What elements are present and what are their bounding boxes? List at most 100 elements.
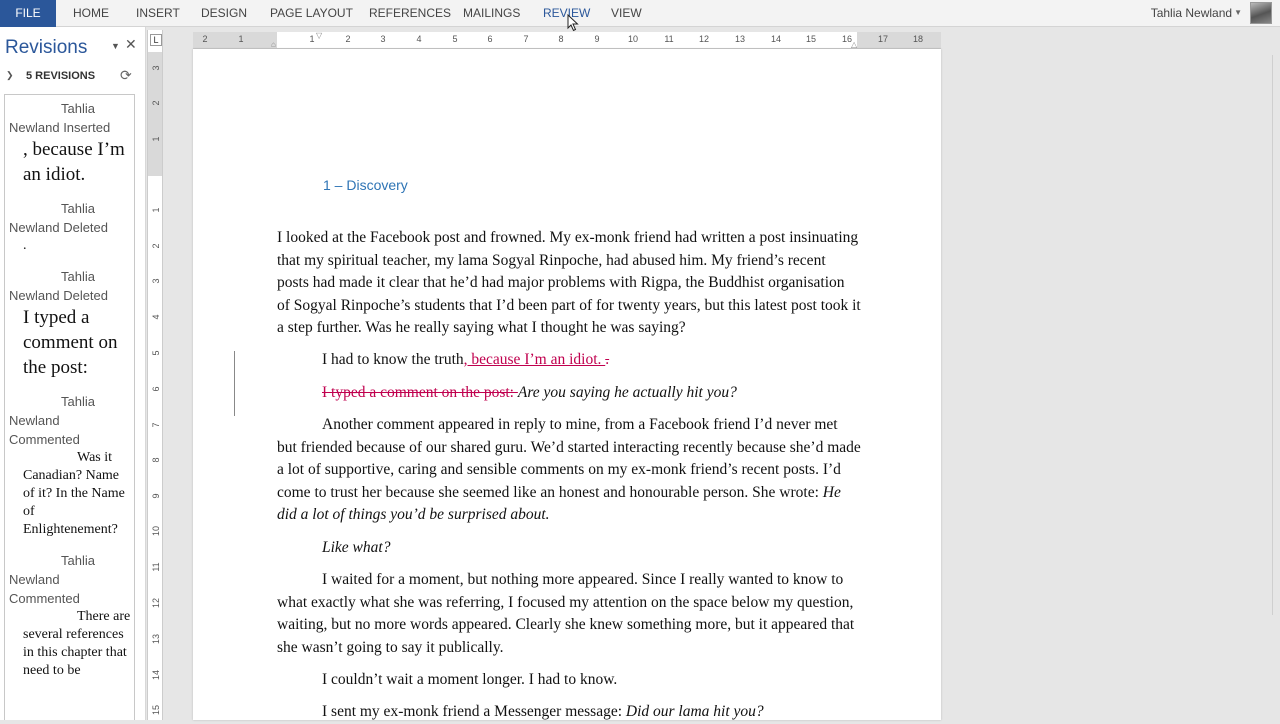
ruler-tick: 14 (151, 670, 161, 681)
ruler-tick: 8 (558, 34, 564, 44)
ruler-tick: 7 (151, 422, 161, 428)
paragraph-4: Another comment appeared in reply to min… (277, 414, 861, 527)
ruler-tick: 17 (877, 34, 888, 44)
user-name: Tahlia Newland (1150, 6, 1233, 20)
vertical-ruler: L 3 2 1 1 2 3 4 5 6 7 8 9 10 11 12 13 14… (147, 30, 163, 720)
ruler-tick: 2 (151, 243, 161, 249)
tab-design[interactable]: DESIGN (201, 0, 247, 27)
left-indent-marker[interactable]: ⌂ (271, 40, 276, 49)
tab-references[interactable]: REFERENCES (369, 0, 451, 27)
paragraph-text: Another comment appeared in reply to min… (277, 416, 861, 501)
ruler-tick: 11 (151, 562, 161, 572)
right-indent-marker[interactable]: △ (851, 40, 857, 49)
ruler-tick: 2 (151, 100, 161, 106)
italic-text: Are you saying he actually hit you? (517, 384, 737, 401)
ruler-tick: 13 (734, 34, 745, 44)
ruler-tick: 13 (151, 634, 161, 645)
ruler-tick: 9 (594, 34, 600, 44)
inserted-text: , because I’m an idiot. (463, 351, 606, 368)
user-account[interactable]: Tahlia Newland ▼ (1151, 0, 1242, 27)
revisions-list: Tahlia Newland Inserted , because I’m an… (4, 94, 135, 720)
revisions-count: 5 REVISIONS (26, 70, 96, 82)
tab-file[interactable]: FILE (0, 0, 56, 27)
ruler-tick: 2 (345, 34, 351, 44)
ruler-margin-right (857, 32, 941, 48)
revision-item[interactable]: Tahlia Newland Deleted I typed a comment… (9, 267, 132, 380)
ruler-tick: 1 (151, 207, 161, 213)
ruler-tick: 3 (151, 65, 161, 71)
deleted-text: . (605, 351, 610, 368)
ruler-tick: 6 (151, 386, 161, 392)
first-line-indent-marker[interactable]: ▽ (316, 31, 322, 40)
italic-text: Like what? (322, 539, 391, 556)
document-canvas: 1 – Discovery I looked at the Facebook p… (164, 49, 1280, 720)
revision-author: Tahlia Newland Commented (9, 394, 95, 447)
ruler-tick: 10 (151, 526, 161, 537)
paragraph-3: I typed a comment on the post: Are you s… (277, 382, 861, 405)
deleted-text: I typed a comment on the post: (322, 384, 518, 401)
tab-selector[interactable]: L (150, 34, 162, 46)
change-bar (234, 351, 235, 416)
ruler-tick: 4 (416, 34, 422, 44)
chevron-down-icon: ▼ (1234, 8, 1242, 17)
paragraph-2: I had to know the truth, because I’m an … (277, 349, 861, 372)
ruler-tick: 1 (151, 136, 161, 142)
revision-author: Tahlia Newland Commented (9, 553, 95, 606)
ruler-tick: 9 (151, 493, 161, 499)
revision-text: There are several references in this cha… (23, 609, 131, 678)
revision-item[interactable]: Tahlia Newland Inserted , because I’m an… (9, 99, 132, 187)
revision-text: , because I’m an idiot. (23, 139, 125, 185)
refresh-icon[interactable]: ⟳ (120, 67, 132, 84)
ruler-tick: 12 (151, 598, 161, 609)
ruler-tick: 7 (523, 34, 529, 44)
ruler-tick: 3 (151, 278, 161, 284)
ruler-tick: 11 (664, 34, 674, 44)
ruler-tick: 6 (487, 34, 493, 44)
paragraph-text: I sent my ex-monk friend a Messenger mes… (322, 703, 626, 720)
mouse-pointer-icon (567, 14, 579, 32)
ruler-tick: 4 (151, 314, 161, 320)
horizontal-ruler: 2 1 1 2 3 4 5 6 7 8 9 10 11 12 13 14 15 … (193, 31, 941, 49)
ruler-tick: 8 (151, 457, 161, 463)
ruler-tick: 5 (452, 34, 458, 44)
tab-view[interactable]: VIEW (611, 0, 642, 27)
ruler-tick: 12 (698, 34, 709, 44)
revisions-count-row: ❯ 5 REVISIONS ⟳ (6, 67, 138, 86)
revision-item[interactable]: Tahlia Newland Deleted . (9, 199, 132, 255)
revision-author: Tahlia Newland Deleted (9, 269, 109, 303)
tab-home[interactable]: HOME (73, 0, 109, 27)
paragraph-8: I sent my ex-monk friend a Messenger mes… (277, 701, 861, 724)
ruler-tick: 2 (202, 34, 208, 44)
revision-text: I typed a comment on the post: (23, 307, 118, 378)
pane-options-icon[interactable]: ▼ (111, 41, 120, 51)
revision-text: Was it Canadian? Name of it? In the Name… (23, 450, 125, 537)
tab-mailings[interactable]: MAILINGS (463, 0, 520, 27)
tab-insert[interactable]: INSERT (136, 0, 180, 27)
ruler-tick: 3 (380, 34, 386, 44)
paragraph-1: I looked at the Facebook post and frowne… (277, 229, 861, 337)
ruler-tick: 1 (238, 34, 244, 44)
document-page[interactable]: 1 – Discovery I looked at the Facebook p… (193, 49, 941, 720)
vertical-scrollbar[interactable] (1242, 49, 1280, 720)
collapse-chevron-icon[interactable]: ❯ (6, 70, 14, 81)
revision-item[interactable]: Tahlia Newland Commented There are sever… (9, 551, 132, 680)
ruler-tick: 5 (151, 350, 161, 356)
ruler-tick: 15 (805, 34, 816, 44)
revision-text: . (23, 238, 27, 253)
italic-text: Did our lama hit you? (625, 703, 764, 720)
revision-author: Tahlia Newland Inserted (9, 101, 111, 135)
ribbon-tab-bar: FILE HOME INSERT DESIGN PAGE LAYOUT REFE… (0, 0, 1280, 32)
pane-title: Revisions (5, 37, 88, 58)
paragraph-6: I waited for a moment, but nothing more … (277, 571, 855, 656)
paragraph-5: Like what? (277, 537, 861, 560)
avatar[interactable] (1250, 2, 1272, 24)
ruler-tick: 18 (912, 34, 923, 44)
ruler-tick: 14 (770, 34, 781, 44)
paragraph-text: I had to know the truth (322, 351, 464, 368)
scrollbar-track[interactable] (1272, 55, 1280, 615)
close-icon[interactable]: ✕ (125, 36, 137, 53)
chapter-heading: 1 – Discovery (323, 177, 408, 193)
revision-author: Tahlia Newland Deleted (9, 201, 109, 235)
tab-page-layout[interactable]: PAGE LAYOUT (270, 0, 353, 27)
revision-item[interactable]: Tahlia Newland Commented Was it Canadian… (9, 392, 132, 539)
